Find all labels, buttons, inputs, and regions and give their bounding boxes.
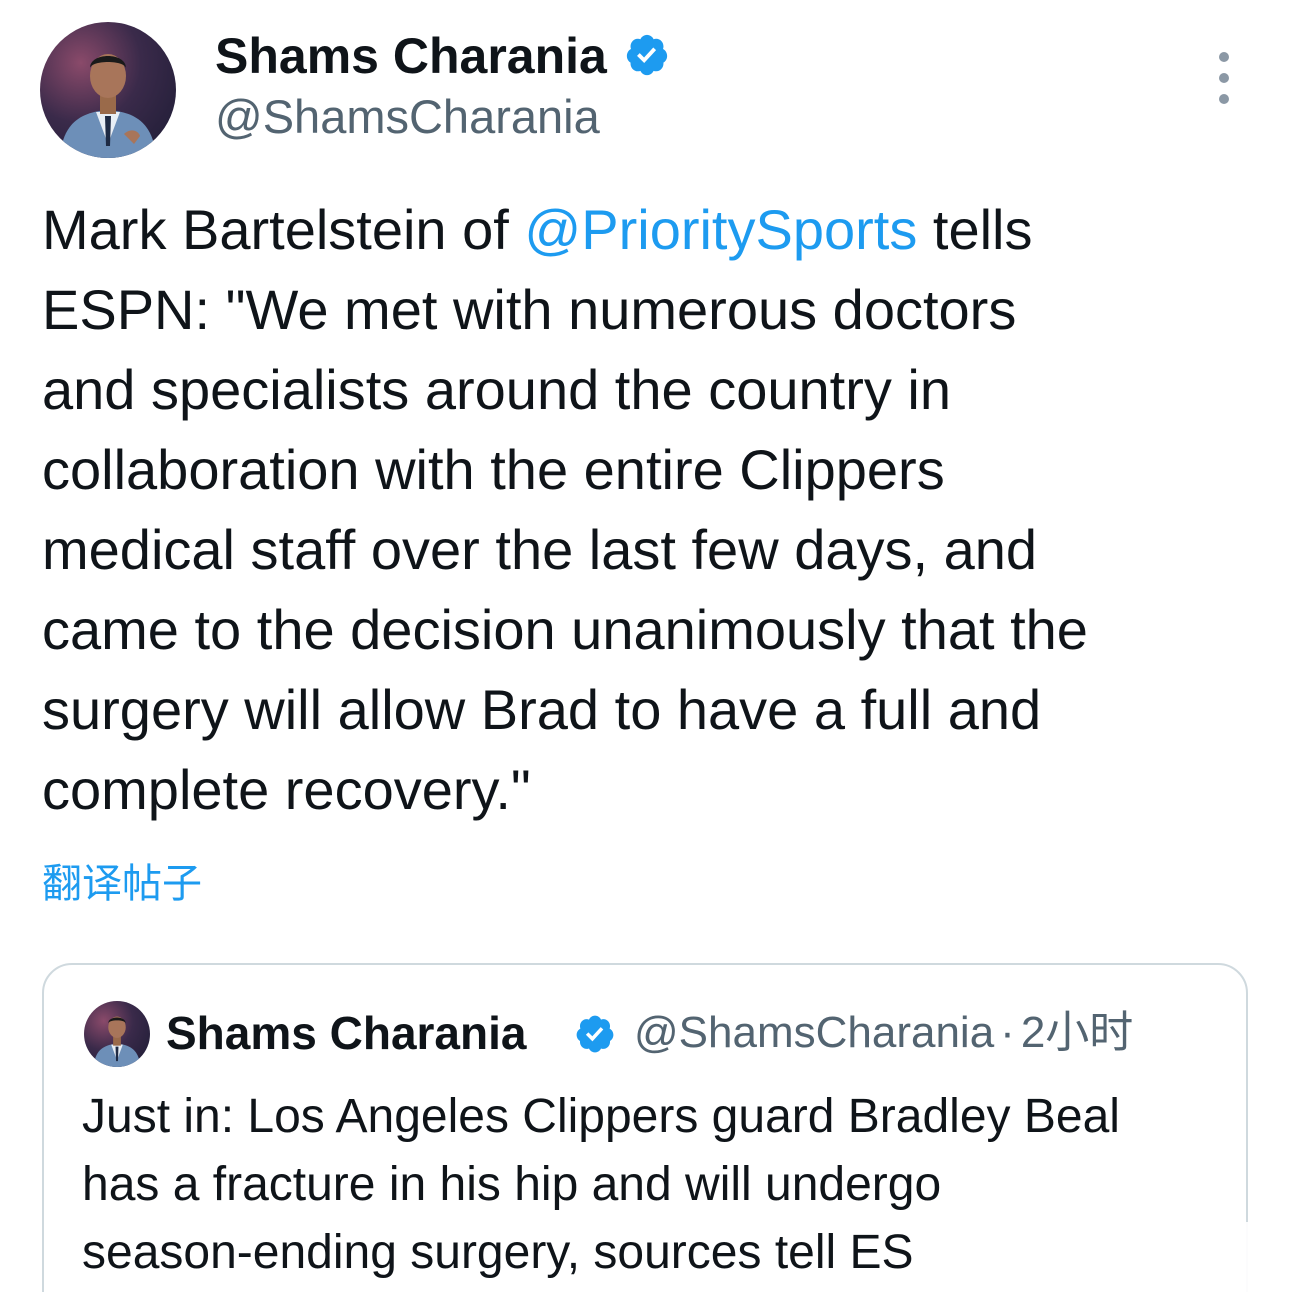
mention-link[interactable]: @PrioritySports: [524, 198, 917, 261]
author-name[interactable]: Shams Charania: [215, 26, 607, 86]
menu-dot: [1219, 52, 1229, 62]
watermark-overlay: [960, 1222, 1290, 1292]
author-handle[interactable]: @ShamsCharania: [215, 88, 600, 146]
author-avatar[interactable]: [40, 22, 176, 158]
quoted-meta: @ShamsCharania · 2小时: [634, 1005, 1133, 1061]
tweet-line: and specialists around the country in: [42, 358, 951, 421]
menu-dot: [1219, 94, 1229, 104]
tweet-line: Mark Bartelstein of @PrioritySports tell…: [42, 190, 1262, 270]
tweet-text-segment: tells: [917, 198, 1033, 261]
more-options-icon[interactable]: [1206, 52, 1242, 104]
meta-separator: ·: [1000, 1008, 1015, 1057]
tweet-line: collaboration with the entire Clippers: [42, 438, 945, 501]
verified-badge-icon: [626, 34, 668, 76]
tweet-text-segment: Mark Bartelstein of: [42, 198, 525, 261]
quoted-author-name[interactable]: Shams Charania: [166, 1005, 526, 1061]
quoted-line: Just in: Los Angeles Clippers guard Brad…: [82, 1090, 1120, 1143]
menu-dot: [1219, 73, 1229, 83]
verified-badge-icon: [576, 1015, 614, 1053]
tweet-line: complete recovery.": [42, 758, 531, 821]
quoted-author-handle[interactable]: @ShamsCharania: [634, 1008, 994, 1057]
tweet-line: medical staff over the last few days, an…: [42, 518, 1038, 581]
tweet-line: surgery will allow Brad to have a full a…: [42, 678, 1042, 741]
quoted-author-avatar[interactable]: [84, 1001, 150, 1067]
translate-post-link[interactable]: 翻译帖子: [42, 858, 202, 910]
quoted-timestamp[interactable]: 2小时: [1021, 1008, 1133, 1057]
tweet-line: came to the decision unanimously that th…: [42, 598, 1088, 661]
tweet-text: Mark Bartelstein of @PrioritySports tell…: [42, 190, 1262, 830]
quoted-line: has a fracture in his hip and will under…: [82, 1158, 942, 1211]
tweet-line: ESPN: "We met with numerous doctors: [42, 278, 1017, 341]
tweet-page: Shams Charania @ShamsCharania Mark Barte…: [0, 0, 1290, 1292]
